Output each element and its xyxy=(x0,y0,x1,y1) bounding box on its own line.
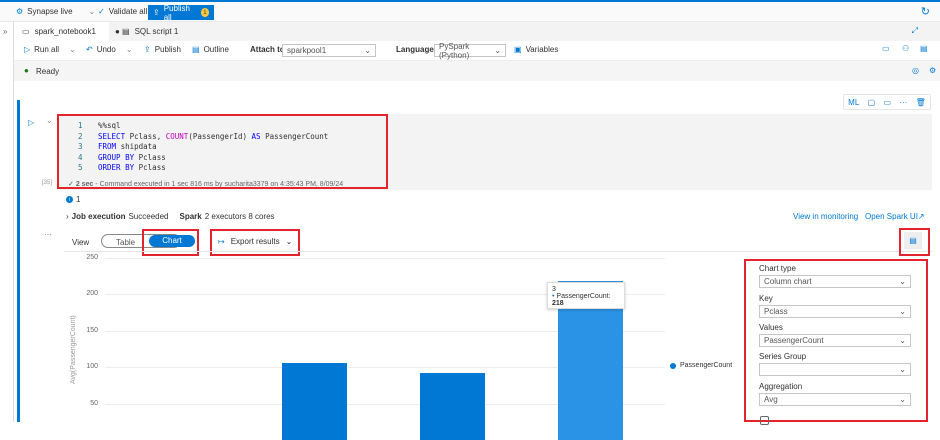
attach-to-label: Attach to xyxy=(250,45,285,54)
values-select[interactable]: PassengerCount ⌄ xyxy=(759,334,911,347)
y-tick-label: 50 xyxy=(90,399,98,407)
y-tick-label: 200 xyxy=(86,290,98,297)
variables-icon: ▣ xyxy=(514,45,522,54)
tab-sql-script-1[interactable]: ▤ SQL script 1 xyxy=(114,22,178,41)
tab-spark-notebook1[interactable]: ▭ spark_notebook1 ● xyxy=(14,22,120,41)
highlight-settings xyxy=(899,228,930,256)
refresh-icon[interactable]: ↻ xyxy=(921,5,930,18)
language-label: Language xyxy=(396,45,434,54)
cell-toolbar: ML ▢ ▭ ··· 🗑 xyxy=(843,94,931,110)
publish-button[interactable]: ⇪ Publish xyxy=(144,45,181,54)
chevron-down-icon[interactable]: ⌄ xyxy=(69,45,76,54)
collapse-chevron-icon[interactable]: ⌄ xyxy=(46,116,53,125)
bar-1[interactable] xyxy=(282,363,347,440)
active-cell-indicator xyxy=(17,100,20,422)
chevron-right-icon: › xyxy=(66,212,69,221)
upload-icon: ⇪ xyxy=(144,45,151,54)
legend[interactable]: PassengerCount xyxy=(670,362,732,369)
undo-icon: ↶ xyxy=(86,45,93,54)
expand-icon[interactable]: » xyxy=(3,27,7,36)
script-icon: ▤ xyxy=(122,27,130,36)
publish-count-badge: 1 xyxy=(200,8,209,17)
more-icon[interactable]: ··· xyxy=(899,98,907,107)
language-select[interactable]: PySpark (Python) ⌄ xyxy=(434,42,506,60)
attach-to-select[interactable]: sparkpool1 ⌄ xyxy=(282,44,376,57)
status-bar: ● Ready ◎ ⚙ xyxy=(14,61,940,81)
info-icon: i xyxy=(66,196,73,203)
table-view-button[interactable]: Table xyxy=(116,238,135,247)
run-cell-icon[interactable]: ▷ xyxy=(28,118,34,127)
legend-dot-icon xyxy=(670,362,676,369)
outline-icon: ▤ xyxy=(192,45,200,54)
info-indicator[interactable]: i1 xyxy=(66,195,80,204)
view-in-monitoring-link[interactable]: View in monitoring xyxy=(793,212,858,221)
job-execution-row[interactable]: › Job execution Succeeded Spark 2 executor… xyxy=(66,212,275,221)
more-icon[interactable]: ··· xyxy=(44,230,52,239)
chevron-down-icon: ⌄ xyxy=(899,307,906,316)
external-link-icon: ↗ xyxy=(917,212,925,221)
delete-icon[interactable]: 🗑 xyxy=(916,98,926,107)
comment-icon[interactable]: ▭ xyxy=(883,98,891,107)
execution-count: [35] xyxy=(42,180,53,186)
synapse-icon: ⚙ xyxy=(16,7,24,16)
stacked-checkbox[interactable] xyxy=(760,416,769,425)
key-select[interactable]: Pclass ⌄ xyxy=(759,305,911,318)
undo-button[interactable]: ↶ Undo ⌄ xyxy=(86,45,133,54)
notebook-toolbar: ▷ Run all ⌄ ↶ Undo ⌄ ⇪ Publish ▤ Outline Attac… xyxy=(14,41,940,61)
divider xyxy=(64,251,932,252)
stop-icon[interactable]: ◎ xyxy=(912,66,919,75)
comment-icon[interactable]: ▭ xyxy=(882,44,890,53)
convert-cell-icon[interactable]: ▢ xyxy=(868,98,876,107)
chevron-down-icon[interactable]: ⌄ xyxy=(126,45,133,54)
highlight-code xyxy=(57,114,388,189)
chevron-down-icon: ⌄ xyxy=(899,365,906,374)
tab-bar: ▭ spark_notebook1 ● ▤ SQL script 1 ⤢ xyxy=(14,22,940,41)
status-text: Ready xyxy=(36,67,60,76)
upload-icon: ⇪ xyxy=(153,8,160,17)
series-group-select[interactable]: ⌄ xyxy=(759,363,911,376)
chart-type-select[interactable]: Column chart ⌄ xyxy=(759,275,911,288)
variables-button[interactable]: ▣ Variables xyxy=(514,45,558,54)
synapse-live-dropdown[interactable]: ⚙ Synapse live ⌄ xyxy=(16,7,95,16)
top-bar: ⚙ Synapse live ⌄ ✓ Validate all ⇪ Publish al… xyxy=(0,0,940,22)
chevron-down-icon: ⌄ xyxy=(494,46,501,55)
outline-button[interactable]: ▤ Outline xyxy=(192,45,229,54)
chevron-down-icon: ⌄ xyxy=(364,46,371,55)
check-icon: ✓ xyxy=(98,7,105,16)
gridline xyxy=(105,257,665,259)
publish-all-button[interactable]: ⇪ Publish all 1 xyxy=(148,4,214,22)
sidebar-strip: » xyxy=(0,22,14,422)
run-all-button[interactable]: ▷ Run all ⌄ xyxy=(24,45,76,54)
bar-2[interactable] xyxy=(420,372,485,440)
tooltip: 3 • PassengerCount: 218 xyxy=(547,282,625,309)
play-icon: ▷ xyxy=(24,45,31,54)
y-axis-label: Avg(PassengerCount) xyxy=(70,315,77,384)
aggregation-select[interactable]: Avg ⌄ xyxy=(759,393,911,406)
chevron-down-icon: ⌄ xyxy=(88,7,96,16)
expand-diagonal-icon[interactable]: ⤢ xyxy=(912,26,918,36)
y-tick-label: 250 xyxy=(86,253,98,261)
ml-button[interactable]: ML xyxy=(848,98,859,107)
copilot-icon[interactable]: ⚇ xyxy=(902,44,909,53)
properties-icon[interactable]: ▤ xyxy=(920,44,928,53)
chevron-down-icon: ⌄ xyxy=(899,336,906,345)
view-label: View xyxy=(72,238,90,247)
notebook-icon: ▭ xyxy=(22,27,30,36)
chevron-down-icon: ⌄ xyxy=(899,395,906,404)
ready-check-icon: ● xyxy=(24,66,29,75)
settings-icon[interactable]: ⚙ xyxy=(929,66,936,75)
chevron-down-icon: ⌄ xyxy=(899,277,906,286)
open-spark-ui-link[interactable]: Open Spark UI↗ xyxy=(865,212,925,221)
validate-all-button[interactable]: ✓ Validate all xyxy=(98,7,147,16)
